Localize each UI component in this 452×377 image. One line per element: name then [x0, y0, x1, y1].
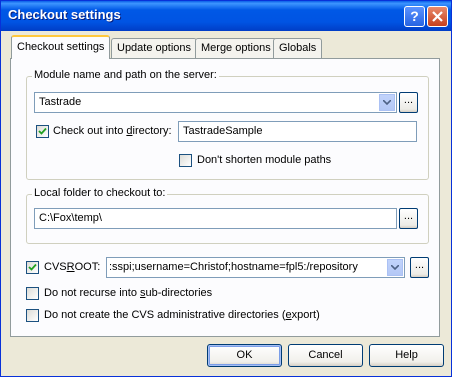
tab-checkout-settings[interactable]: Checkout settings	[11, 35, 111, 59]
window-title: Checkout settings	[8, 7, 121, 22]
tab-update-options[interactable]: Update options	[111, 38, 197, 58]
close-button[interactable]	[427, 6, 448, 27]
local-folder-browse-button[interactable]: ...	[399, 208, 418, 229]
help-button[interactable]: Help	[369, 344, 444, 367]
chevron-down-icon	[391, 265, 399, 270]
cvsroot-checkbox[interactable]	[26, 261, 39, 274]
module-value: Tastrade	[39, 96, 82, 108]
dont-shorten-checkbox[interactable]	[179, 154, 192, 167]
checkout-dir-input[interactable]: TastradeSample	[178, 121, 417, 142]
local-folder-label: Local folder to checkout to:	[32, 187, 168, 199]
checkmark-icon	[28, 263, 37, 271]
no-admin-label[interactable]: Do not create the CVS administrative dir…	[44, 309, 320, 321]
tab-globals[interactable]: Globals	[273, 38, 323, 58]
local-folder-input[interactable]: C:\Fox\temp\	[34, 208, 397, 229]
close-x-icon	[432, 11, 443, 22]
no-recurse-checkbox[interactable]	[26, 287, 39, 300]
chevron-down-icon	[383, 100, 391, 105]
cvsroot-dropdown-button[interactable]	[387, 259, 403, 276]
checkout-settings-dialog: Checkout settings ? Checkout settings Up…	[0, 0, 452, 377]
tab-merge-options[interactable]: Merge options	[195, 38, 277, 58]
module-combo[interactable]: Tastrade	[34, 92, 397, 113]
checkout-dir-label[interactable]: Check out into directory:	[53, 125, 172, 137]
cvsroot-label[interactable]: CVSROOT:	[44, 261, 100, 273]
no-recurse-label[interactable]: Do not recurse into sub-directories	[44, 287, 212, 299]
dont-shorten-label[interactable]: Don't shorten module paths	[197, 154, 331, 166]
module-browse-button[interactable]: ...	[399, 92, 418, 113]
no-admin-checkbox[interactable]	[26, 309, 39, 322]
cvsroot-browse-button[interactable]: ...	[410, 257, 429, 278]
question-mark-icon: ?	[410, 8, 419, 24]
help-title-button[interactable]: ?	[404, 6, 425, 27]
cvsroot-value: :sspi;username=Christof;hostname=fpl5:/r…	[109, 261, 358, 273]
cancel-button[interactable]: Cancel	[288, 344, 363, 367]
title-bar[interactable]: Checkout settings ?	[1, 1, 451, 31]
checkout-dir-checkbox[interactable]	[36, 125, 49, 138]
cvsroot-combo[interactable]: :sspi;username=Christof;hostname=fpl5:/r…	[106, 257, 405, 278]
ok-button[interactable]: OK	[207, 344, 282, 367]
checkmark-icon	[38, 127, 47, 135]
module-dropdown-button[interactable]	[379, 94, 395, 111]
module-group-label: Module name and path on the server:	[32, 69, 219, 81]
